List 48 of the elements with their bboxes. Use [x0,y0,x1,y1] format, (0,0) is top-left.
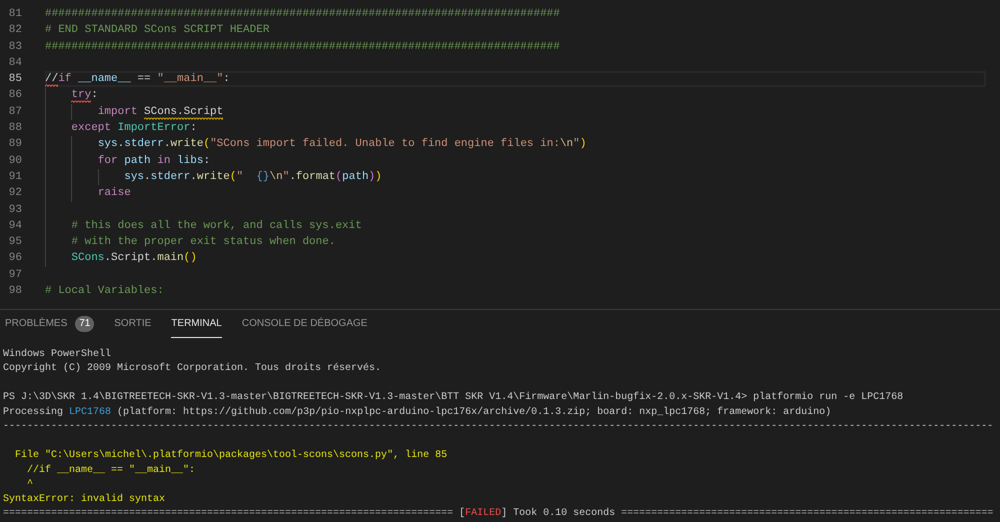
line-number: 85 [8,72,22,88]
terminal-line: Processing LPC1768 (platform: https://github.com/p3p/pio-nxplpc-arduino-lpc176x/archive/0.1.3.zip; board: nxp_lpc1768; framework: arduino) [3,406,832,420]
terminal-line: //if __name__ == "__main__": [26,464,196,478]
count-badge: 71 [75,316,94,332]
code-line: except ImportError: [71,122,197,134]
code-line: # END STANDARD SCons SCRIPT HEADER [45,24,270,36]
terminal-line: Copyright (C) 2009 Microsoft Corporation. Tous droits réservés. [3,362,382,376]
line-number: 81 [8,7,22,22]
line-number: 92 [8,186,22,202]
terminal-line: --------------------------------------------------------------------------------------------------------------------------------------------------------------------- [3,420,994,434]
line-number: 97 [8,268,22,283]
line-number: 89 [8,137,22,152]
line-number: 83 [8,40,22,55]
line-number: 86 [8,88,22,104]
line-number: 91 [8,170,22,185]
code-line: SCons.Script.main() [71,252,197,264]
line-number: 90 [8,154,22,169]
line-number: 88 [8,121,22,136]
code-line: sys.stderr.write(" {}\n".format(path)) [124,170,382,183]
code-line: import SCons.Script [98,106,224,118]
code-line: # this does all the work, and calls sys.exit [71,220,362,232]
panel-tab[interactable]: CONSOLE DE DÉBOGAGE [242,310,368,338]
line-number: 98 [8,284,22,300]
terminal-line: File "C:\Users\michel\.platformio\packages\tool-scons\scons.py", line 85 [14,449,448,464]
code-line: //if __name__ == "__main__": [45,73,230,86]
code-line: # with the proper exit status when done. [71,236,336,248]
code-line: # Local Variables: [45,285,164,298]
line-number: 84 [8,56,22,71]
terminal-line: =========================================================================== [FAILED] Took 0.10 seconds ============================================================== [3,506,994,521]
panel-tab[interactable]: TERMINAL [171,310,222,338]
line-number: 82 [8,23,22,38]
line-number: 87 [8,104,22,120]
panel-tab[interactable]: SORTIE [114,310,152,338]
code-line: raise [98,187,131,200]
terminal-line: PS J:\3D\SKR 1.4\BIGTREETECH-SKR-V1.3-master\BIGTREETECH-SKR-V1.3-master\BTT SKR V1.4\Firmware\Marlin-bugfix-2.0.x-SKR-V1.4> platformio run -e LPC1768 [3,391,904,406]
line-number: 95 [8,235,22,250]
code-line: for path in libs: [98,154,210,167]
line-number: 96 [8,251,22,266]
code-line: ############################################################################## [45,8,560,20]
terminal-line: SyntaxError: invalid syntax [3,492,166,506]
terminal-line: ^ [26,478,34,492]
code-line: sys.stderr.write("SCons import failed. Unable to find engine files in:\n") [98,138,586,150]
line-number: 93 [8,202,22,218]
code-line: try: [71,89,98,102]
terminal-line: Windows PowerShell [3,348,112,362]
panel-tab[interactable]: PROBLÈMES 71 [5,310,94,338]
code-line: ############################################################################## [45,40,560,53]
line-number: 94 [8,218,22,234]
